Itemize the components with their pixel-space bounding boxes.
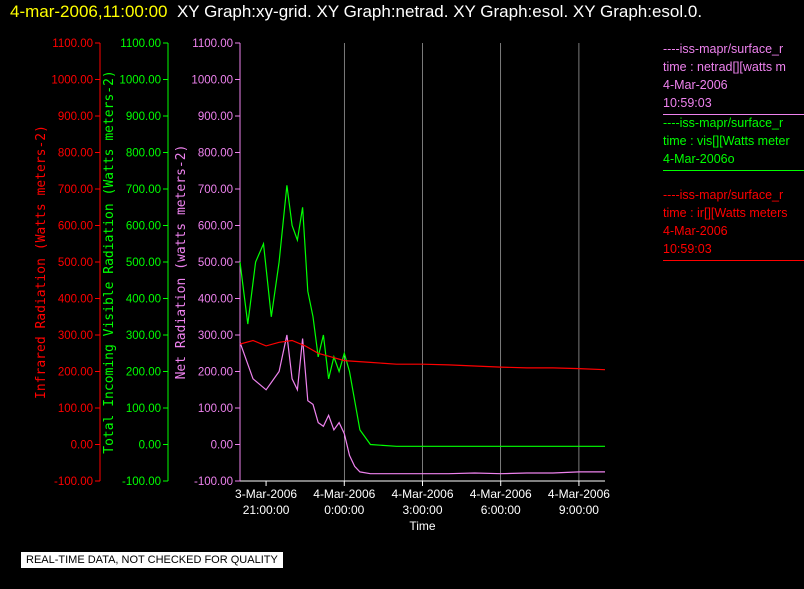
net-tick-label: 400.00	[198, 294, 233, 306]
infrared-tick-label: 0.00	[71, 440, 93, 452]
net-tick-label: 300.00	[198, 330, 233, 342]
x-tick-label: 6:00:00	[481, 503, 521, 517]
infrared-tick-label: 700.00	[58, 184, 93, 196]
legend-line: ----iss-mapr/surface_r	[663, 188, 784, 202]
net-tick-label: 600.00	[198, 221, 233, 233]
net-tick-label: 1000.00	[191, 75, 233, 87]
infrared-tick-label: 400.00	[58, 294, 93, 306]
x-tick-label: 9:00:00	[559, 503, 599, 517]
net-tick-label: 700.00	[198, 184, 233, 196]
infrared-axis-label: Infrared Radiation (Watts meters-2)	[34, 125, 49, 399]
legend-vis: ----iss-mapr/surface_rtime : vis[][Watts…	[663, 114, 804, 171]
visible-tick-label: 800.00	[126, 148, 161, 160]
net-tick-label: 200.00	[198, 367, 233, 379]
legend-line: 10:59:03	[663, 96, 712, 110]
x-axis-label: Time	[409, 519, 436, 533]
quality-note: REAL-TIME DATA, NOT CHECKED FOR QUALITY	[20, 551, 284, 569]
visible-tick-label: 1100.00	[120, 38, 161, 50]
visible-tick-label: 500.00	[126, 257, 161, 269]
visible-tick-label: 600.00	[126, 221, 161, 233]
infrared-tick-label: 900.00	[58, 111, 93, 123]
legend-line: 10:59:03	[663, 242, 712, 256]
x-tick-label: 4-Mar-2006	[313, 487, 375, 501]
infrared-tick-label: 500.00	[58, 257, 93, 269]
legend-line: ----iss-mapr/surface_r	[663, 116, 784, 130]
visible-axis-label: Total Incoming Visible Radiation (Watts …	[102, 70, 117, 454]
net-tick-label: 900.00	[198, 111, 233, 123]
visible-tick-label: 1000.00	[119, 75, 161, 87]
net-tick-label: 0.00	[211, 440, 233, 452]
visible-tick-label: 300.00	[126, 330, 161, 342]
x-tick-label: 3-Mar-2006	[235, 487, 297, 501]
visible-tick-label: -100.00	[122, 476, 161, 488]
legend-separator	[663, 170, 804, 171]
net-tick-label: 500.00	[198, 257, 233, 269]
infrared-tick-label: 1000.00	[51, 75, 93, 87]
infrared-tick-label: 600.00	[58, 221, 93, 233]
visible-tick-label: 700.00	[126, 184, 161, 196]
legend-line: 4-Mar-2006	[663, 78, 728, 92]
x-tick-label: 3:00:00	[402, 503, 442, 517]
legend-separator	[663, 260, 804, 261]
infrared-tick-label: 200.00	[58, 367, 93, 379]
visible-tick-label: 200.00	[126, 367, 161, 379]
x-tick-label: 0:00:00	[324, 503, 364, 517]
net-tick-label: -100.00	[194, 476, 233, 488]
x-tick-label: 4-Mar-2006	[391, 487, 453, 501]
legend-line: time : netrad[][watts m	[663, 60, 786, 74]
x-tick-label: 4-Mar-2006	[548, 487, 610, 501]
net-tick-label: 1100.00	[192, 38, 233, 50]
legend-line: time : ir[][Watts meters	[663, 206, 788, 220]
visible-tick-label: 900.00	[126, 111, 161, 123]
infrared-tick-label: 1100.00	[52, 38, 93, 50]
legend-line: time : vis[][Watts meter	[663, 134, 790, 148]
legend-netrad: ----iss-mapr/surface_rtime : netrad[][wa…	[663, 40, 804, 115]
legend-line: 4-Mar-2006o	[663, 152, 735, 166]
infrared-tick-label: -100.00	[54, 476, 93, 488]
net-tick-label: 800.00	[198, 148, 233, 160]
visible-tick-label: 100.00	[126, 403, 161, 415]
infrared-tick-label: 800.00	[58, 148, 93, 160]
visible-tick-label: 0.00	[139, 440, 161, 452]
net-axis-label: Net Radiation (watts meters-2)	[174, 145, 189, 380]
net-tick-label: 100.00	[198, 403, 233, 415]
legend-line: ----iss-mapr/surface_r	[663, 42, 784, 56]
legend-ir: ----iss-mapr/surface_rtime : ir[][Watts …	[663, 186, 804, 261]
x-tick-label: 4-Mar-2006	[470, 487, 532, 501]
infrared-tick-label: 100.00	[58, 403, 93, 415]
legend-line: 4-Mar-2006	[663, 224, 728, 238]
x-tick-label: 21:00:00	[243, 503, 290, 517]
infrared-tick-label: 300.00	[58, 330, 93, 342]
visible-tick-label: 400.00	[126, 294, 161, 306]
